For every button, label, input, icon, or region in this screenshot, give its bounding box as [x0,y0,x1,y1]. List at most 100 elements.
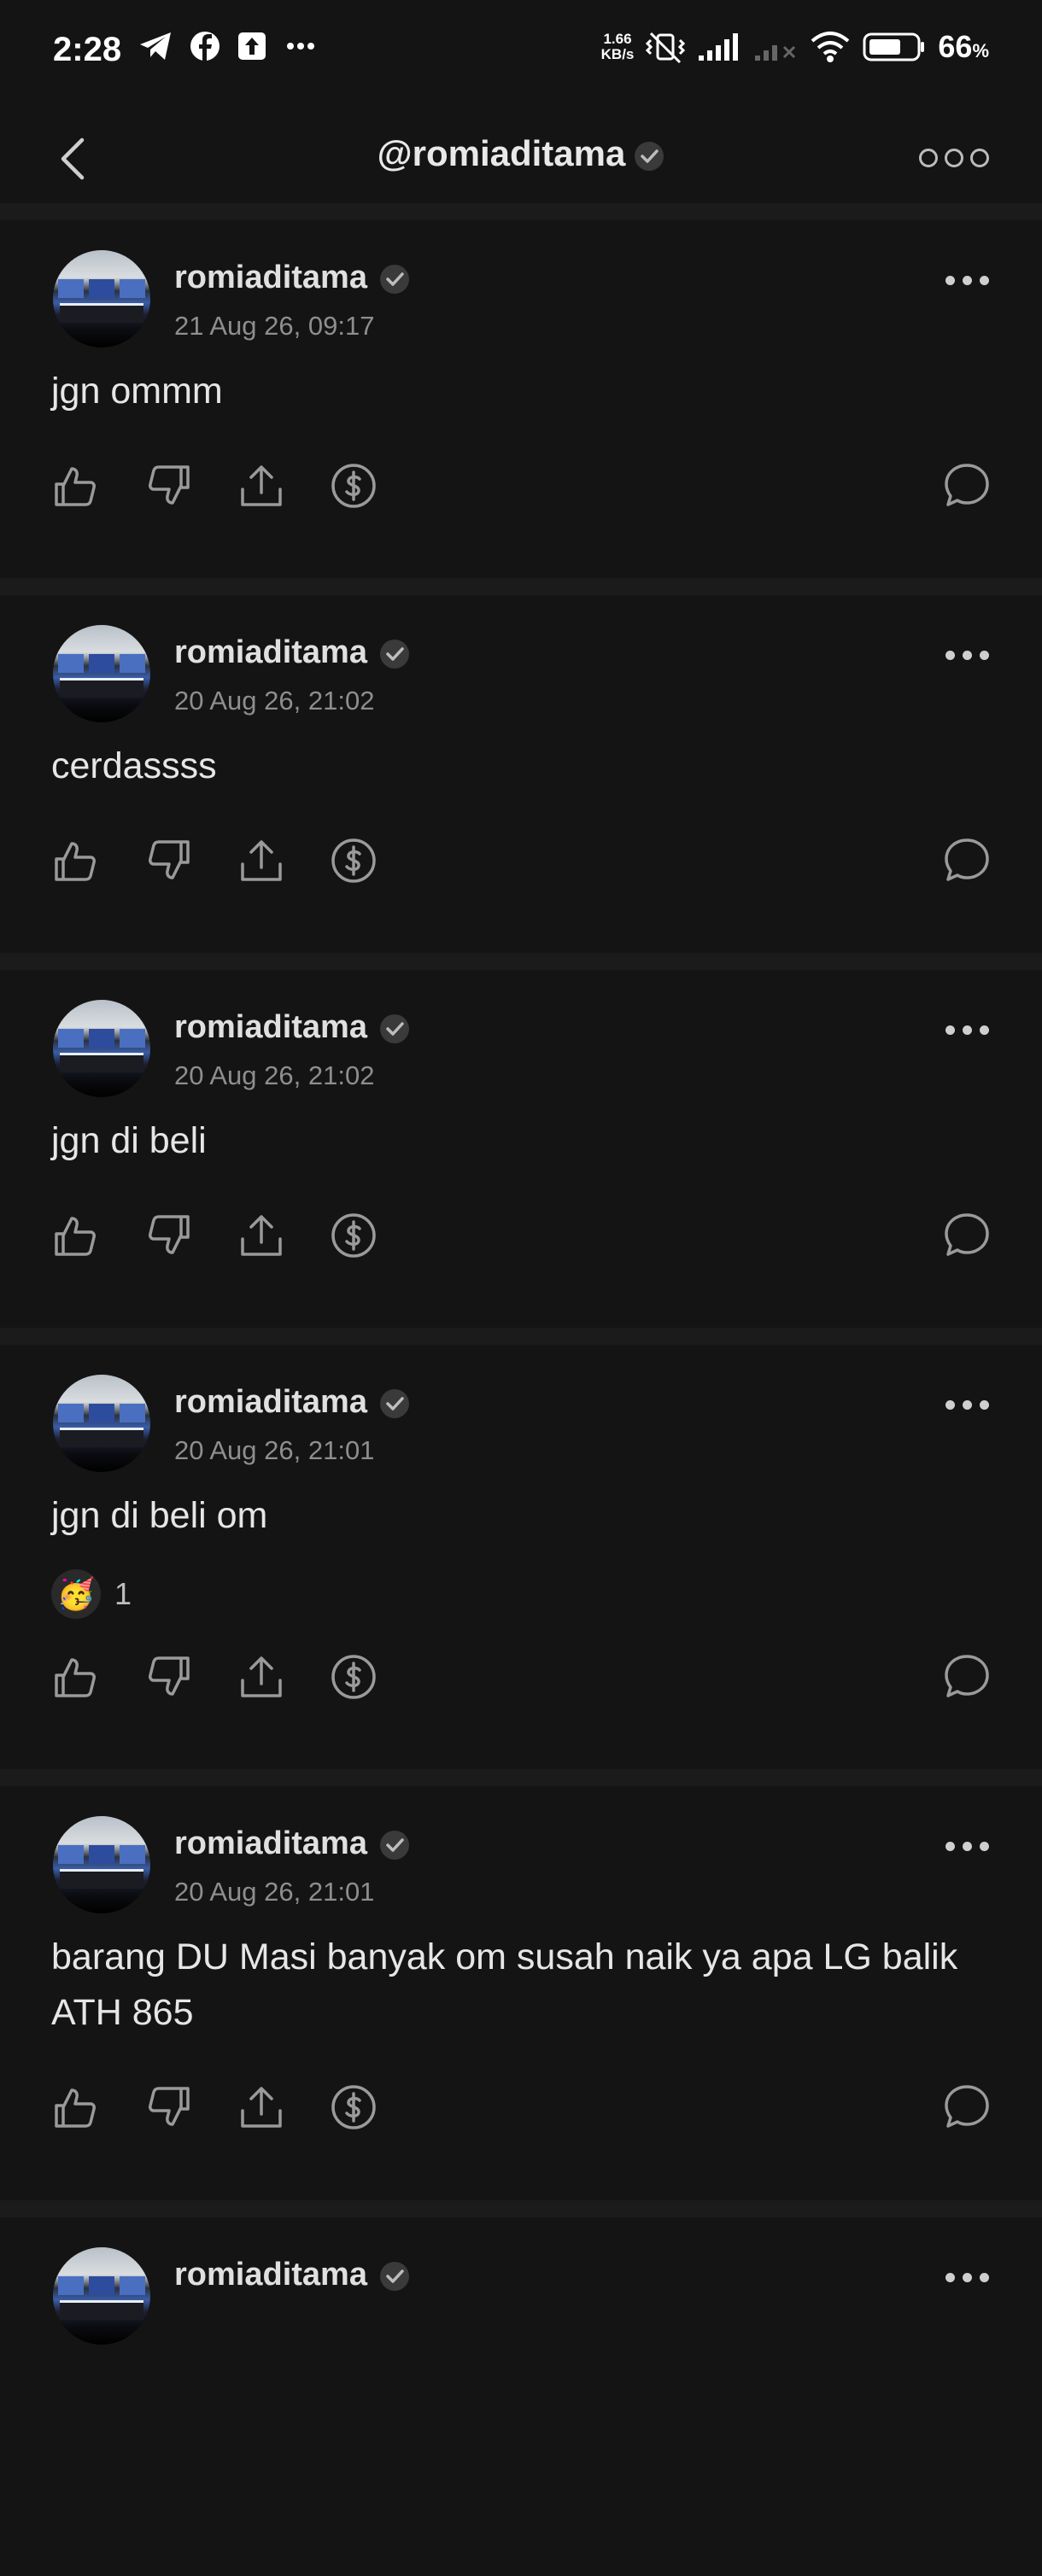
battery-percent: 66% [938,29,989,64]
post-actions [51,2083,991,2135]
verified-badge-icon [379,1830,409,1860]
post-card[interactable]: romiaditama 20 Aug 26, 21:01 barang DU Mas… [0,1786,1042,2145]
post-text: jgn di beli om [51,1495,268,1536]
post-author[interactable]: romiaditama [174,1384,410,1421]
comment-icon[interactable] [943,1212,991,1259]
post-author-name: romiaditama [174,1384,367,1420]
thumbs-down-icon[interactable] [145,2083,193,2131]
upload-notification-icon [238,32,266,60]
status-bar: 2:28 1.66 KB/s 66% [0,0,1042,102]
post-text: jgn di beli [51,1120,207,1161]
comment-icon[interactable] [943,1653,991,1701]
post-more-icon[interactable] [945,651,989,660]
comment-icon[interactable] [943,2083,991,2131]
vibrate-off-icon [646,32,686,64]
tip-dollar-icon[interactable] [330,837,378,885]
page-title: @romiaditama [0,133,1042,174]
post-divider [0,578,1042,595]
post-date: 20 Aug 26, 21:01 [174,1435,375,1465]
thumbs-up-icon[interactable] [51,462,99,510]
post-author-name: romiaditama [174,1825,367,1861]
post-author[interactable]: romiaditama [174,2257,410,2293]
post-card[interactable]: romiaditama 20 Aug 26, 21:01 jgn di beli o… [0,1345,1042,1703]
post-author[interactable]: romiaditama [174,260,410,296]
thumbs-down-icon[interactable] [145,1212,193,1259]
system-icons: 1.66 KB/s 66% [601,29,989,65]
status-time: 2:28 [53,31,122,68]
post-more-icon[interactable] [945,1400,989,1410]
reaction-chip[interactable]: 🥳 1 [51,1569,132,1619]
facebook-icon [190,32,220,61]
network-speed-value: 1.66 [603,31,632,47]
tip-dollar-icon[interactable] [330,1212,378,1259]
avatar[interactable] [53,1816,150,1913]
post-author[interactable]: romiaditama [174,1825,410,1862]
tip-dollar-icon[interactable] [330,462,378,510]
thumbs-down-icon[interactable] [145,837,193,885]
signal-no-sim-icon [755,45,796,61]
thumbs-up-icon[interactable] [51,1653,99,1701]
post-author[interactable]: romiaditama [174,634,410,671]
network-speed-unit: KB/s [600,46,635,62]
verified-badge-icon [379,1013,409,1043]
share-icon[interactable] [237,837,285,885]
verified-badge-icon [379,639,409,669]
post-author-name: romiaditama [174,634,367,670]
post-actions [51,1653,991,1704]
thumbs-up-icon[interactable] [51,2083,99,2131]
comment-icon[interactable] [943,462,991,510]
post-actions [51,1212,991,1263]
post-author[interactable]: romiaditama [174,1009,410,1046]
post-card[interactable]: romiaditama 20 Aug 26, 21:02 cerdassss [0,595,1042,954]
post-divider [0,2200,1042,2217]
network-speed: 1.66 KB/s [601,32,635,62]
avatar[interactable] [53,250,150,348]
post-actions [51,462,991,513]
tip-dollar-icon[interactable] [330,1653,378,1701]
avatar[interactable] [53,2247,150,2345]
notification-icons [138,31,318,61]
party-face-emoji: 🥳 [51,1569,101,1619]
post-more-icon[interactable] [945,2273,989,2282]
post-divider [0,953,1042,970]
share-icon[interactable] [237,1212,285,1259]
post-date: 20 Aug 26, 21:02 [174,686,375,716]
share-icon[interactable] [237,1653,285,1701]
more-horizontal-icon[interactable] [919,149,989,167]
thumbs-up-icon[interactable] [51,1212,99,1259]
post-actions [51,837,991,888]
post-more-icon[interactable] [945,276,989,285]
verified-badge-icon [635,141,664,171]
post-more-icon[interactable] [945,1025,989,1035]
signal-icon [699,33,739,61]
wifi-icon [811,32,850,62]
post-author-name: romiaditama [174,1009,367,1045]
post-divider [0,1328,1042,1345]
post-card[interactable]: romiaditama [0,2217,1042,2576]
share-icon[interactable] [237,462,285,510]
post-card[interactable]: romiaditama 20 Aug 26, 21:02 jgn di beli [0,970,1042,1329]
comment-icon[interactable] [943,837,991,885]
post-more-icon[interactable] [945,1842,989,1851]
avatar[interactable] [53,625,150,722]
post-card[interactable]: romiaditama 21 Aug 26, 09:17 jgn ommm [0,220,1042,579]
battery-icon [863,32,925,61]
verified-badge-icon [379,1388,409,1418]
reaction-count: 1 [114,1576,132,1611]
post-date: 20 Aug 26, 21:02 [174,1060,375,1090]
post-text: barang DU Masi banyak om susah naik ya a… [51,1936,958,2033]
post-date: 20 Aug 26, 21:01 [174,1877,375,1907]
tip-dollar-icon[interactable] [330,2083,378,2131]
thumbs-up-icon[interactable] [51,837,99,885]
post-author-name: romiaditama [174,260,367,295]
post-text: cerdassss [51,745,217,786]
more-notifications-icon [287,43,314,50]
share-icon[interactable] [237,2083,285,2131]
avatar[interactable] [53,1000,150,1097]
thumbs-down-icon[interactable] [145,1653,193,1701]
post-date: 21 Aug 26, 09:17 [174,311,375,341]
thumbs-down-icon[interactable] [145,462,193,510]
avatar[interactable] [53,1375,150,1472]
telegram-icon [140,32,171,60]
post-divider [0,203,1042,220]
